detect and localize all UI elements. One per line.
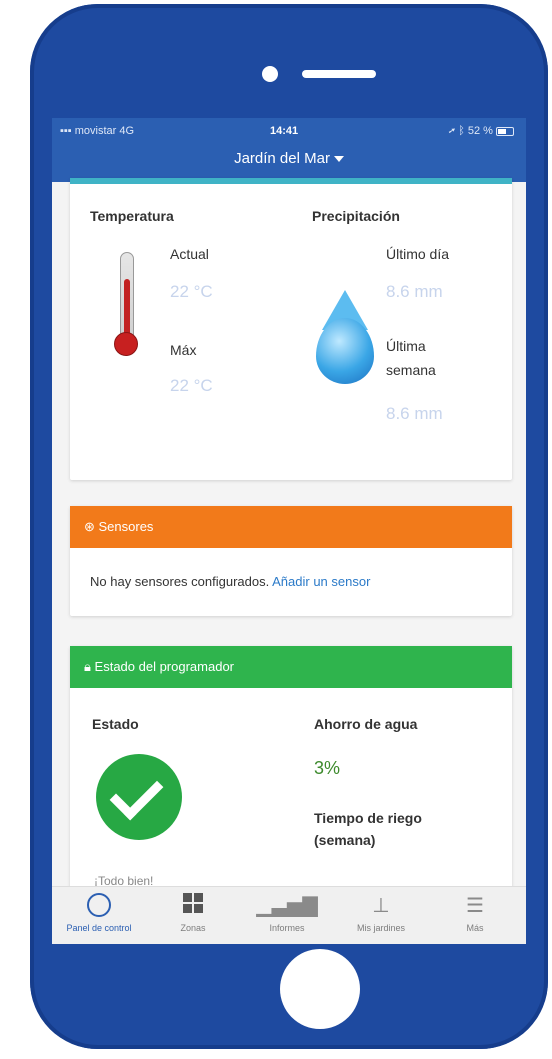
- battery-percent: 52 %: [467, 125, 493, 137]
- tab-my-gardens[interactable]: ⊥ Mis jardines: [334, 893, 428, 933]
- dashboard-icon: [52, 893, 146, 919]
- sensors-header: ⊛ Sensores: [70, 506, 512, 548]
- signal-icon: ▪▪▪: [60, 125, 72, 137]
- gardens-icon: ⊥: [372, 895, 390, 917]
- system-status: ➚ ᛒ 52 %: [449, 125, 514, 137]
- network-type: 4G: [119, 125, 135, 137]
- programmer-title: Estado del programador: [94, 659, 235, 674]
- last-day-label: Último día: [386, 246, 450, 262]
- carrier-name: movistar: [74, 125, 117, 137]
- add-sensor-link[interactable]: Añadir un sensor: [272, 574, 370, 589]
- card-accent: [70, 178, 512, 184]
- bluetooth-icon: ᛒ: [458, 125, 465, 137]
- chevron-down-icon: [333, 156, 344, 163]
- water-savings-value: 3%: [314, 758, 341, 778]
- tab-label: Zonas: [180, 923, 206, 933]
- app-screen: ▪▪▪ movistar 4G 14:41 ➚ ᛒ 52 % Jardín de…: [52, 118, 526, 944]
- irrigation-time-label-line2: (semana): [314, 832, 376, 848]
- home-button[interactable]: [280, 949, 360, 1029]
- clock: 14:41: [270, 125, 299, 137]
- tab-zones[interactable]: Zonas: [146, 893, 240, 933]
- carrier-info: ▪▪▪ movistar 4G: [60, 125, 134, 137]
- programmer-header: 🔒︎ Estado del programador: [70, 646, 512, 688]
- speaker-icon: [302, 70, 376, 78]
- sensor-icon: ⊛: [84, 519, 99, 534]
- check-icon: [96, 754, 182, 840]
- actual-label: Actual: [170, 246, 209, 262]
- lock-icon: 🔒︎: [84, 659, 95, 674]
- location-icon: ➚: [448, 125, 456, 137]
- tab-label: Más: [466, 923, 484, 933]
- status-label: Estado: [92, 716, 139, 732]
- tab-label: Mis jardines: [356, 923, 405, 933]
- temperature-heading: Temperatura: [90, 208, 174, 224]
- zones-icon: [146, 893, 240, 919]
- battery-icon: [496, 126, 514, 136]
- page-title: Jardín del Mar: [234, 150, 330, 167]
- menu-icon: ☰: [466, 895, 484, 917]
- no-sensors-text: No hay sensores configurados.: [90, 574, 270, 589]
- irrigation-time-label-line1: Tiempo de riego: [314, 810, 422, 826]
- reports-icon: ▁▃▅▇: [256, 895, 318, 917]
- tab-label: Informes: [269, 923, 305, 933]
- tab-label: Panel de control: [66, 923, 132, 933]
- max-label: Máx: [170, 342, 197, 358]
- tab-bar: Panel de control Zonas ▁▃▅▇ Informes ⊥ M…: [52, 886, 526, 944]
- status-bar: ▪▪▪ movistar 4G 14:41 ➚ ᛒ 52 % Jardín de…: [52, 118, 526, 182]
- sensors-card: ⊛ Sensores No hay sensores configurados.…: [70, 506, 512, 616]
- last-day-precipitation: 8.6 mm: [386, 282, 443, 301]
- precipitation-heading: Precipitación: [312, 208, 400, 224]
- water-savings-label: Ahorro de agua: [314, 716, 418, 732]
- sensors-message-line: No hay sensores configurados. Añadir un …: [90, 574, 370, 589]
- tab-more[interactable]: ☰ Más: [428, 893, 522, 933]
- weather-card: Temperatura Actual 22 °C Máx 22 °C Preci…: [70, 178, 512, 480]
- last-week-precipitation: 8.6 mm: [386, 404, 443, 423]
- actual-temperature: 22 °C: [170, 282, 213, 301]
- max-temperature: 22 °C: [170, 376, 213, 395]
- garden-selector[interactable]: Jardín del Mar: [52, 150, 526, 167]
- last-week-label-line1: Última: [386, 338, 426, 354]
- sensors-title: Sensores: [98, 519, 154, 534]
- last-week-label-line2: semana: [386, 362, 436, 378]
- camera-icon: [262, 66, 278, 82]
- tab-reports[interactable]: ▁▃▅▇ Informes: [240, 893, 334, 933]
- tab-dashboard[interactable]: Panel de control: [52, 893, 146, 933]
